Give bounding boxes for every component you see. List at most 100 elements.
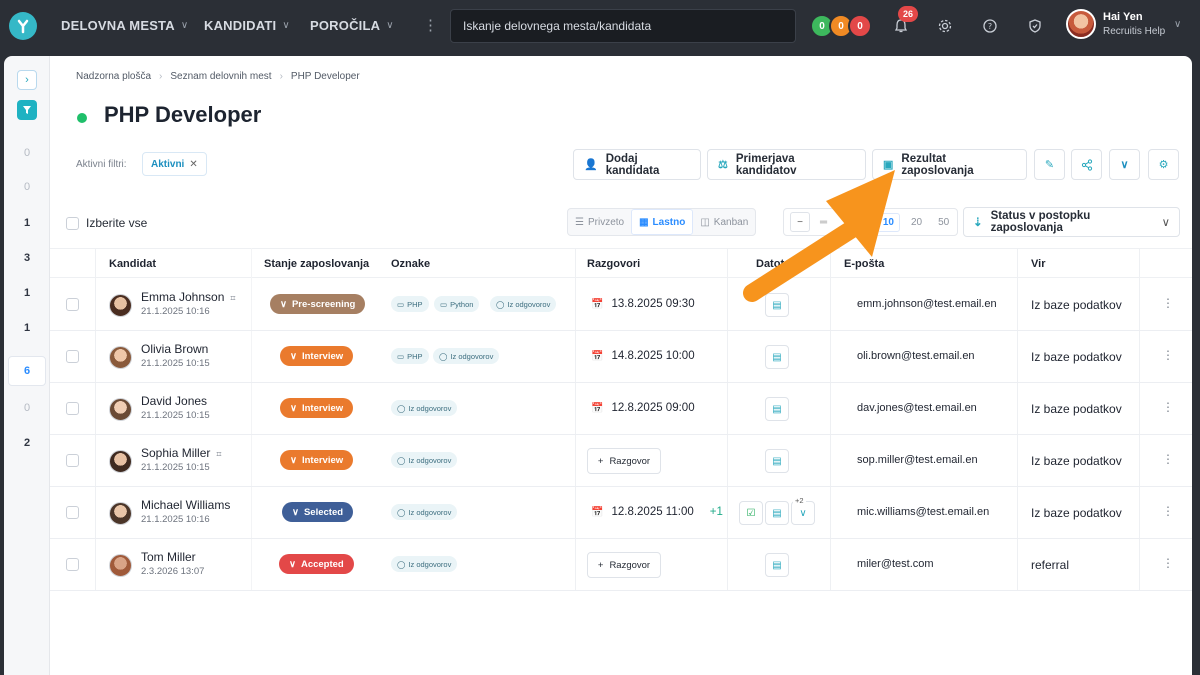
checked-document-icon[interactable]: ☑ — [739, 501, 763, 525]
row-menu-icon[interactable]: ⋮ — [1162, 348, 1174, 362]
compare-candidates-button[interactable]: ⚖ Primerjava kandidatov — [707, 149, 866, 180]
chevron-down-icon[interactable]: ∨ — [1174, 19, 1181, 30]
row-checkbox[interactable] — [66, 402, 79, 415]
candidate-name[interactable]: Olivia Brown — [141, 342, 208, 356]
rail-count-active[interactable]: 6 — [8, 356, 46, 386]
sort-select[interactable]: ⇣ Status v postopku zaposlovanja ∨ — [963, 207, 1180, 237]
view-kanban[interactable]: ◫ Kanban — [693, 209, 755, 235]
column-header[interactable]: Razgovori — [587, 258, 640, 270]
table-row[interactable]: David Jones 21.1.2025 10:15 ∨ Interview ◯… — [50, 383, 1192, 435]
column-header[interactable]: Vir — [1031, 258, 1045, 270]
row-menu-icon[interactable]: ⋮ — [1162, 504, 1174, 518]
tag[interactable]: ◯ Iz odgovorov — [391, 504, 458, 520]
select-all[interactable]: Izberite vse — [66, 216, 147, 230]
tag[interactable]: ◯ Iz odgovorov — [391, 556, 458, 572]
document-icon[interactable]: ▤ — [765, 293, 789, 317]
document-icon[interactable]: ▤ — [765, 345, 789, 369]
rail-count[interactable]: 1 — [4, 217, 50, 229]
hiring-result-button[interactable]: ▣ Rezultat zaposlovanja — [872, 149, 1027, 180]
email[interactable]: oli.brown@test.email.en — [857, 350, 975, 362]
tag[interactable]: ▭ PHP — [391, 348, 429, 364]
status-badge[interactable]: ∨ Interview — [280, 398, 354, 418]
status-badge[interactable]: ∨ Pre-screening — [270, 294, 366, 314]
add-candidate-button[interactable]: 👤 Dodaj kandidata — [573, 149, 701, 180]
user-avatar[interactable] — [1066, 9, 1096, 39]
candidate-name[interactable]: Michael Williams — [141, 498, 230, 512]
row-menu-icon[interactable]: ⋮ — [1162, 452, 1174, 466]
filter-chip-active[interactable]: Aktivni ✕ — [142, 152, 207, 176]
column-header[interactable]: E-pošta — [844, 258, 884, 270]
close-icon[interactable]: ✕ — [189, 159, 197, 170]
email[interactable]: miler@test.com — [857, 558, 934, 570]
column-header[interactable]: Oznake — [391, 258, 430, 270]
edit-icon[interactable]: ✎ — [1034, 149, 1065, 180]
breadcrumb-item[interactable]: Nadzorna plošča — [76, 71, 151, 82]
filter-icon[interactable] — [17, 100, 37, 120]
tag[interactable]: ◯ Iz odgovorov — [391, 452, 458, 468]
document-icon[interactable]: ▤ — [765, 397, 789, 421]
document-icon[interactable]: ▤ — [765, 501, 789, 525]
status-badge[interactable]: ∨ Interview — [280, 346, 354, 366]
row-checkbox[interactable] — [66, 350, 79, 363]
settings-gear-icon[interactable]: ⚙ — [1148, 149, 1179, 180]
table-row[interactable]: Olivia Brown 21.1.2025 10:15 ∨ Interview … — [50, 331, 1192, 383]
gear-icon[interactable] — [934, 15, 956, 37]
chevron-down-icon[interactable]: ∨ — [1109, 149, 1140, 180]
candidate-name[interactable]: Sophia Miller ⌗ — [141, 446, 221, 460]
table-row[interactable]: Michael Williams 21.1.2025 10:16 ∨ Select… — [50, 487, 1192, 539]
tag[interactable]: ▭ Python — [434, 296, 480, 312]
email[interactable]: mic.williams@test.email.en — [857, 506, 989, 518]
table-row[interactable]: Tom Miller 2.3.2026 13:07 ∨ Accepted ◯ Iz … — [50, 539, 1192, 591]
rail-count[interactable]: 3 — [4, 252, 50, 264]
nav-porocila[interactable]: POROČILA ∨ — [310, 18, 394, 33]
row-checkbox[interactable] — [66, 506, 79, 519]
tag[interactable]: ▭ PHP — [391, 296, 429, 312]
page-size-option[interactable]: 10 — [876, 212, 900, 232]
status-counters[interactable]: 0 0 0 — [810, 14, 874, 38]
interview-datetime[interactable]: 📅 13.8.2025 09:30 — [591, 298, 695, 310]
row-checkbox[interactable] — [66, 298, 79, 311]
candidate-name[interactable]: Emma Johnson ⌗ — [141, 290, 235, 304]
rail-count[interactable]: 0 — [4, 402, 50, 414]
row-menu-icon[interactable]: ⋮ — [1162, 296, 1174, 310]
row-menu-icon[interactable]: ⋮ — [1162, 400, 1174, 414]
page-size-option[interactable]: 50 — [933, 214, 954, 231]
column-header[interactable]: Kandidat — [109, 258, 156, 270]
email[interactable]: sop.miller@test.email.en — [857, 454, 978, 466]
email[interactable]: dav.jones@test.email.en — [857, 402, 977, 414]
view-default[interactable]: ☰ Privzeto — [568, 209, 631, 235]
app-logo-icon[interactable] — [9, 12, 37, 40]
breadcrumb-item[interactable]: Seznam delovnih mest — [170, 71, 271, 82]
interview-datetime[interactable]: 📅 14.8.2025 10:00 — [591, 350, 695, 362]
row-checkbox[interactable] — [66, 558, 79, 571]
status-badge[interactable]: ∨ Selected — [282, 502, 354, 522]
zoom-out-button[interactable]: − — [790, 212, 810, 232]
table-row[interactable]: Sophia Miller ⌗ 21.1.2025 10:15 ∨ Intervie… — [50, 435, 1192, 487]
rail-count[interactable]: 1 — [4, 322, 50, 334]
interview-datetime[interactable]: 📅 12.8.2025 11:00 +1 — [591, 506, 723, 518]
page-size-option[interactable]: 20 — [906, 214, 927, 231]
tag[interactable]: ◯ Iz odgovorov — [433, 348, 500, 364]
nav-kandidati[interactable]: KANDIDATI ∨ — [204, 18, 290, 33]
rail-count[interactable]: 0 — [4, 181, 50, 193]
rail-count[interactable]: 2 — [4, 437, 50, 449]
document-icon[interactable]: ▤ — [765, 449, 789, 473]
column-header[interactable]: Datoteke — [756, 258, 802, 270]
search-input[interactable]: Iskanje delovnega mesta/kandidata — [450, 9, 796, 43]
status-badge[interactable]: ∨ Interview — [280, 450, 354, 470]
rail-count[interactable]: 1 — [4, 287, 50, 299]
email[interactable]: emm.johnson@test.email.en — [857, 298, 997, 310]
shield-icon[interactable] — [1024, 15, 1046, 37]
interview-datetime[interactable]: 📅 12.8.2025 09:00 — [591, 402, 695, 414]
column-header[interactable]: Stanje zaposlovanja — [264, 258, 369, 270]
tag[interactable]: ◯ Iz odgovorov — [490, 296, 557, 312]
add-interview-button[interactable]: + Razgovor — [587, 448, 661, 474]
expand-sidebar-icon[interactable]: › — [17, 70, 37, 90]
share-icon[interactable] — [1071, 149, 1102, 180]
row-menu-icon[interactable]: ⋮ — [1162, 556, 1174, 570]
row-checkbox[interactable] — [66, 454, 79, 467]
more-menu-icon[interactable]: ⋮ — [423, 16, 438, 34]
tag[interactable]: ◯ Iz odgovorov — [391, 400, 458, 416]
nav-delovna-mesta[interactable]: DELOVNA MESTA ∨ — [61, 18, 188, 33]
candidate-name[interactable]: Tom Miller — [141, 550, 196, 564]
